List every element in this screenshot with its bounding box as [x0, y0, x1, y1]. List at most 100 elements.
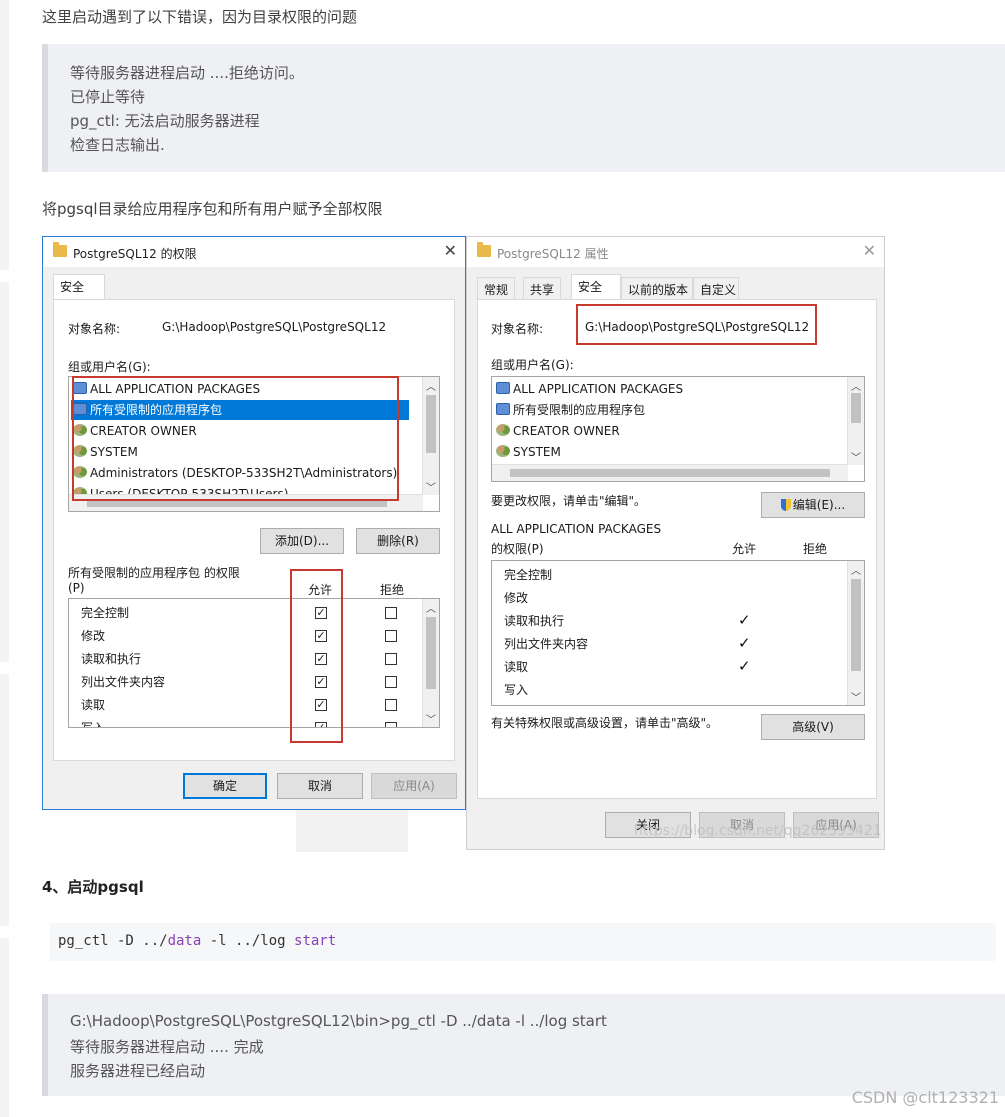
edit-button[interactable]: 编辑(E)...: [761, 492, 865, 518]
title-bar: PostgreSQL12 的权限 ✕: [43, 237, 465, 267]
object-name-label: 对象名称:: [68, 322, 121, 336]
permission-name: 写入: [504, 683, 529, 697]
chevron-down-icon[interactable]: ﹀: [851, 689, 861, 704]
horizontal-scrollbar[interactable]: [492, 464, 848, 481]
allow-header: 允许: [732, 542, 757, 556]
cancel-button[interactable]: 取消: [277, 773, 363, 799]
list-item[interactable]: 所有受限制的应用程序包: [496, 400, 645, 420]
chevron-down-icon[interactable]: ﹀: [426, 479, 436, 494]
code-line: pg_ctl -D ../data -l ../log start: [58, 933, 337, 949]
tab-previous-versions[interactable]: 以前的版本: [621, 277, 693, 299]
deny-checkbox[interactable]: [385, 630, 397, 642]
security-panel: 对象名称: G:\Hadoop\PostgreSQL\PostgreSQL12 …: [477, 299, 877, 799]
vertical-scrollbar[interactable]: ︿ ﹀: [847, 377, 864, 465]
left-gutter: [0, 0, 9, 270]
close-icon[interactable]: ✕: [863, 241, 876, 260]
highlight-box-allow: [290, 569, 343, 743]
permission-list[interactable]: 完全控制 修改 读取和执行 列出文件夹内容 读取 写入 ✓ ✓ ✓ ✓ ✓ ✓ …: [68, 598, 440, 728]
user-group-icon: [496, 424, 510, 436]
change-hint: 要更改权限，请单击"编辑"。: [491, 494, 647, 508]
quote-line: 检查日志输出.: [70, 136, 165, 154]
permission-name: 修改: [81, 629, 106, 643]
permission-label-p: (P): [68, 581, 85, 595]
error-blockquote: 等待服务器进程启动 ....拒绝访问。 已停止等待 pg_ctl: 无法启动服务…: [42, 44, 1005, 172]
chevron-up-icon[interactable]: ︿: [426, 378, 436, 393]
security-panel: 对象名称: G:\Hadoop\PostgreSQL\PostgreSQL12 …: [53, 299, 455, 761]
scroll-thumb[interactable]: [426, 617, 436, 689]
tab-general[interactable]: 常规: [477, 277, 515, 299]
apply-button[interactable]: 应用(A): [371, 773, 457, 799]
quote-line: G:\Hadoop\PostgreSQL\PostgreSQL12\bin>pg…: [70, 1012, 607, 1030]
deny-checkbox[interactable]: [385, 653, 397, 665]
permission-name: 完全控制: [504, 568, 553, 582]
permission-name: 列出文件夹内容: [81, 675, 166, 689]
deny-checkbox[interactable]: [385, 607, 397, 619]
package-icon: [496, 382, 510, 394]
scroll-thumb[interactable]: [510, 469, 830, 477]
deny-checkbox[interactable]: [385, 699, 397, 711]
permissions-dialog: PostgreSQL12 的权限 ✕ 安全 对象名称: G:\Hadoop\Po…: [42, 236, 466, 810]
chevron-down-icon[interactable]: ﹀: [851, 449, 861, 464]
add-button[interactable]: 添加(D)...: [260, 528, 344, 554]
tab-security[interactable]: 安全: [571, 274, 621, 300]
permission-name: 完全控制: [81, 606, 130, 620]
permission-name: 读取和执行: [504, 614, 565, 628]
ok-button[interactable]: 确定: [183, 773, 267, 799]
permission-name: 读取: [504, 660, 529, 674]
tab-sharing[interactable]: 共享: [523, 277, 561, 299]
user-group-icon: [496, 445, 510, 457]
check-icon: ✓: [738, 611, 751, 629]
chevron-up-icon[interactable]: ︿: [851, 378, 861, 393]
list-item[interactable]: ALL APPLICATION PACKAGES: [496, 379, 683, 399]
permission-label: 的权限(P): [491, 542, 544, 556]
scroll-thumb[interactable]: [851, 393, 861, 423]
advanced-button[interactable]: 高级(V): [761, 714, 865, 740]
list-item[interactable]: SYSTEM: [496, 442, 561, 462]
tab-security[interactable]: 安全: [53, 274, 105, 300]
deny-checkbox[interactable]: [385, 676, 397, 688]
permission-owner: ALL APPLICATION PACKAGES: [491, 522, 662, 536]
highlight-box-path: [576, 304, 817, 345]
chevron-up-icon[interactable]: ︿: [851, 562, 861, 577]
permission-label: 所有受限制的应用程序包 的权限: [68, 566, 240, 580]
quote-line: 等待服务器进程启动 ....拒绝访问。: [70, 64, 304, 82]
chevron-down-icon[interactable]: ﹀: [426, 711, 436, 726]
deny-header: 拒绝: [803, 542, 828, 556]
scroll-thumb[interactable]: [426, 395, 436, 453]
left-gutter: [0, 674, 9, 926]
dialog-title: PostgreSQL12 属性: [497, 247, 609, 261]
image-background: [296, 808, 408, 852]
tab-customize[interactable]: 自定义: [693, 277, 739, 299]
list-item[interactable]: CREATOR OWNER: [496, 421, 620, 441]
group-label: 组或用户名(G):: [491, 358, 574, 372]
quote-line: 已停止等待: [70, 88, 146, 106]
permission-name: 写入: [81, 721, 106, 728]
permission-name: 列出文件夹内容: [504, 637, 589, 651]
quote-line: 服务器进程已经启动: [70, 1062, 206, 1080]
check-icon: ✓: [738, 634, 751, 652]
remove-button[interactable]: 删除(R): [356, 528, 440, 554]
vertical-scrollbar[interactable]: ︿ ﹀: [422, 377, 439, 495]
left-gutter: [0, 938, 9, 1117]
permission-paragraph: 将pgsql目录给应用程序包和所有用户赋予全部权限: [42, 200, 383, 218]
quote-line: 等待服务器进程启动 .... 完成: [70, 1038, 264, 1056]
package-icon: [496, 403, 510, 415]
output-blockquote: G:\Hadoop\PostgreSQL\PostgreSQL12\bin>pg…: [42, 994, 1005, 1096]
object-name-label: 对象名称:: [491, 322, 544, 336]
group-label: 组或用户名(G):: [68, 360, 151, 374]
scroll-thumb[interactable]: [851, 579, 861, 671]
object-name-value: G:\Hadoop\PostgreSQL\PostgreSQL12: [162, 320, 387, 334]
left-gutter: [0, 282, 9, 662]
deny-checkbox[interactable]: [385, 722, 397, 727]
close-icon[interactable]: ✕: [444, 241, 457, 260]
permission-list[interactable]: 完全控制 修改 读取和执行 列出文件夹内容 读取 写入 ✓ ✓ ✓ ︿ ﹀: [491, 560, 865, 706]
permission-name: 修改: [504, 591, 529, 605]
vertical-scrollbar[interactable]: ︿ ﹀: [422, 599, 439, 727]
page-watermark: CSDN @clt123321: [851, 1088, 999, 1107]
section-heading: 4、启动pgsql: [42, 878, 144, 896]
deny-header: 拒绝: [380, 583, 405, 597]
vertical-scrollbar[interactable]: ︿ ﹀: [847, 561, 864, 705]
permission-name: 读取: [81, 698, 106, 712]
user-list[interactable]: ALL APPLICATION PACKAGES 所有受限制的应用程序包 CRE…: [491, 376, 865, 482]
chevron-up-icon[interactable]: ︿: [426, 600, 436, 615]
